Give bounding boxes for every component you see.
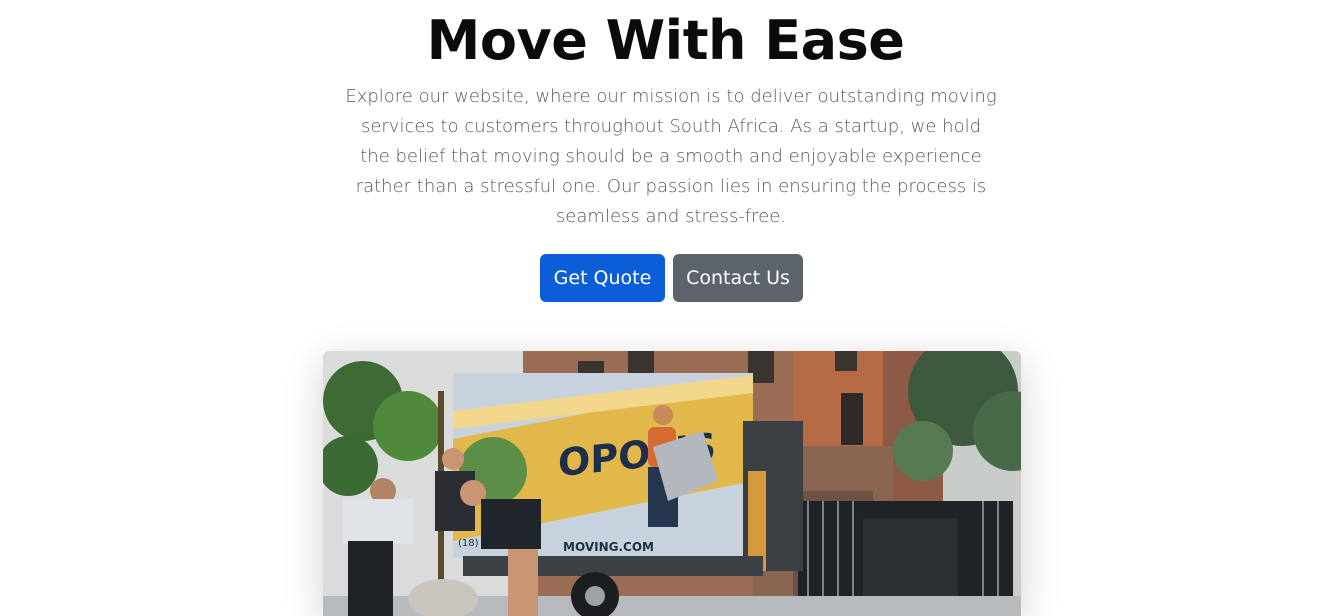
contact-us-button[interactable]: Contact Us [673,254,803,302]
truck-web-text: MOVING.COM [563,540,654,554]
hero-section: Move With Ease Explore our website, wher… [0,0,1331,616]
hero-image: OPOLIS MOVING.COM (18) 7 520 [323,351,1021,616]
hero-title: Move With Ease [426,9,905,72]
moving-truck-photo: OPOLIS MOVING.COM (18) 7 520 [323,351,1021,616]
hero-description: Explore our website, where our mission i… [345,86,997,227]
get-quote-button[interactable]: Get Quote [540,254,665,302]
